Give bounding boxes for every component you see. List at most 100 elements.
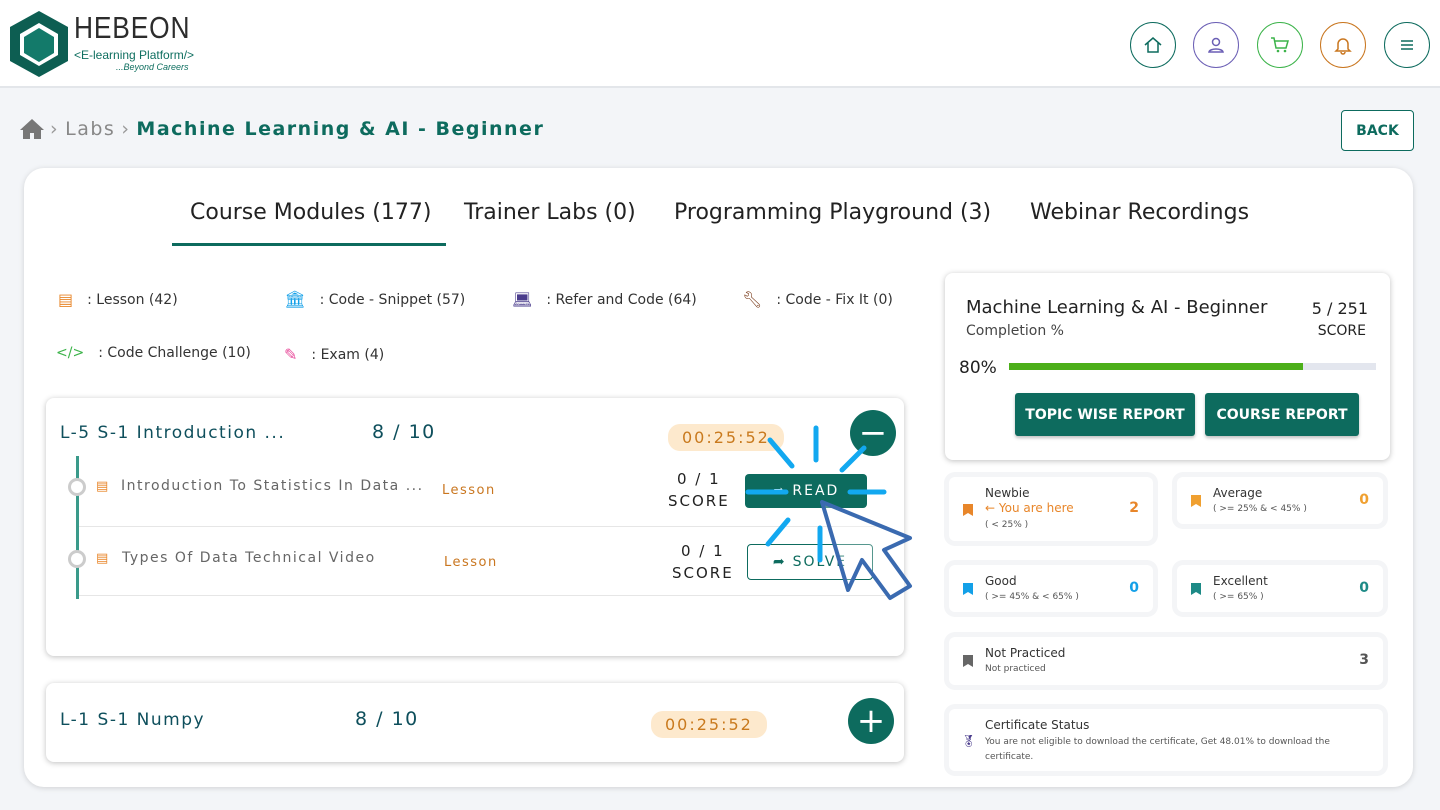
breadcrumb-labs[interactable]: Labs (65, 118, 115, 140)
bell-icon (1334, 38, 1352, 55)
stat-value: 2 (1129, 500, 1139, 516)
bookmark-icon (1191, 583, 1201, 595)
item-type: Lesson (444, 555, 498, 570)
home-icon[interactable] (20, 118, 44, 140)
bank-icon: 🏛 (284, 290, 306, 310)
score-label: SCORE (668, 492, 730, 510)
stat-range: ( >= 65% ) (1213, 592, 1264, 602)
laptop-icon: 💻︎ (512, 290, 533, 309)
profile-button[interactable] (1193, 22, 1239, 68)
course-report-button[interactable]: COURSE REPORT (1205, 393, 1359, 436)
item-type: Lesson (442, 483, 496, 498)
chevron-right-icon: › (50, 118, 60, 140)
bookmark-icon (963, 504, 973, 516)
score-label: SCORE (1317, 323, 1366, 339)
tab-programming-playground[interactable]: Programming Playground (3) (674, 200, 991, 225)
item-score: 0 / 1 (677, 470, 721, 488)
tab-trainer-labs[interactable]: Trainer Labs (0) (464, 200, 636, 225)
stat-name: Average (1213, 486, 1263, 500)
bookmark-icon (963, 655, 973, 667)
stat-good: Good ( >= 45% & < 65% ) 0 (949, 565, 1153, 612)
wrench-icon: 🔧︎ (742, 290, 763, 309)
chevron-right-icon: › (121, 118, 131, 140)
stat-name: Not Practiced (985, 646, 1066, 660)
certificate-text: You are not eligible to download the cer… (985, 737, 1330, 762)
stat-value: 0 (1359, 580, 1369, 596)
breadcrumb-current: Machine Learning & AI - Beginner (136, 118, 545, 140)
active-tab-indicator (172, 243, 446, 246)
summary-title: Machine Learning & AI - Beginner (966, 297, 1268, 318)
stat-value: 0 (1359, 492, 1369, 508)
cart-icon (1271, 37, 1289, 53)
stat-name: Newbie (985, 486, 1030, 500)
cart-button[interactable] (1257, 22, 1303, 68)
stat-excellent: Excellent ( >= 65% ) 0 (1177, 565, 1383, 612)
certificate-status: 🏅︎ Certificate Status You are not eligib… (949, 709, 1383, 771)
module-title[interactable]: L-1 S-1 Numpy (60, 710, 205, 730)
menu-button[interactable] (1384, 22, 1430, 68)
status-dot (68, 550, 86, 568)
item-score: 0 / 1 (681, 542, 725, 560)
stat-value: 3 (1359, 652, 1369, 668)
item-title[interactable]: Types Of Data Technical Video (122, 550, 376, 566)
completion-label: Completion % (966, 323, 1064, 339)
bookmark-icon (1191, 495, 1201, 507)
legend-label: : Refer and Code (64) (546, 291, 697, 308)
stat-not-practiced: Not Practiced Not practiced 3 (949, 637, 1383, 685)
legend-label: : Exam (4) (311, 346, 385, 363)
completion-bar-fill (1009, 363, 1303, 370)
module-progress: 8 / 10 (355, 708, 419, 730)
book-icon: ▤ (58, 290, 74, 309)
stat-range: ( >= 25% & < 45% ) (1213, 504, 1307, 514)
notifications-button[interactable] (1320, 22, 1366, 68)
click-cursor-icon (745, 425, 912, 600)
brand-subtag: ...Beyond Careers (116, 62, 189, 72)
tab-course-modules[interactable]: Course Modules (177) (190, 200, 431, 225)
module-timer: 00:25:52 (651, 711, 767, 738)
legend-label: : Code - Snippet (57) (319, 292, 466, 308)
hebeon-logo-icon (10, 11, 68, 77)
brand-tagline: <E-learning Platform/> (74, 48, 195, 62)
user-icon (1208, 37, 1224, 53)
menu-icon (1401, 40, 1413, 50)
legend-label: : Lesson (42) (87, 291, 178, 308)
home-button[interactable] (1130, 22, 1176, 68)
summary-score: 5 / 251 (1311, 299, 1368, 318)
book-icon: ▤ (96, 551, 109, 566)
stat-value: 0 (1129, 580, 1139, 596)
brand-logo[interactable]: HEBEON <E-learning Platform/> ...Beyond … (74, 10, 211, 73)
award-icon: 🏅︎ (961, 734, 977, 748)
brand-name: HEBEON (74, 10, 191, 45)
stat-name: Good (985, 574, 1017, 588)
legend-label: : Code - Fix It (0) (776, 291, 893, 308)
book-icon: ▤ (96, 479, 109, 494)
module-progress: 8 / 10 (372, 421, 436, 443)
certificate-title: Certificate Status (985, 718, 1090, 732)
legend-lesson: ▤ : Lesson (42) (58, 290, 178, 309)
stat-newbie: Newbie ← You are here ( < 25% ) 2 (949, 477, 1153, 541)
stat-range: Not practiced (985, 664, 1046, 674)
you-are-here: ← You are here (985, 501, 1074, 515)
legend-code-snippet: 🏛 : Code - Snippet (57) (284, 290, 465, 310)
bookmark-icon (963, 583, 973, 595)
code-icon: </> (56, 345, 85, 361)
legend-refer-code: 💻︎ : Refer and Code (64) (512, 290, 697, 309)
expand-button[interactable]: + (848, 698, 894, 744)
edit-icon: ✎ (284, 345, 298, 364)
completion-percent: 80% (959, 358, 997, 378)
legend-exam: ✎ : Exam (4) (284, 345, 384, 364)
legend-code-challenge: </> : Code Challenge (10) (56, 345, 251, 361)
completion-bar (1009, 363, 1376, 370)
legend-label: : Code Challenge (10) (98, 345, 251, 361)
topic-wise-report-button[interactable]: TOPIC WISE REPORT (1015, 393, 1195, 436)
legend-fix-it: 🔧︎ : Code - Fix It (0) (742, 290, 893, 309)
home-icon (1144, 37, 1162, 53)
back-button[interactable]: BACK (1341, 110, 1414, 151)
score-label: SCORE (672, 564, 734, 582)
tab-webinar-recordings[interactable]: Webinar Recordings (1030, 200, 1249, 225)
breadcrumb: › Labs › Machine Learning & AI - Beginne… (20, 118, 544, 140)
item-title[interactable]: Introduction To Statistics In Data ... (121, 478, 424, 494)
plus-icon: + (856, 701, 886, 741)
top-header: HEBEON <E-learning Platform/> ...Beyond … (0, 0, 1440, 88)
module-title[interactable]: L-5 S-1 Introduction ... (60, 423, 285, 443)
